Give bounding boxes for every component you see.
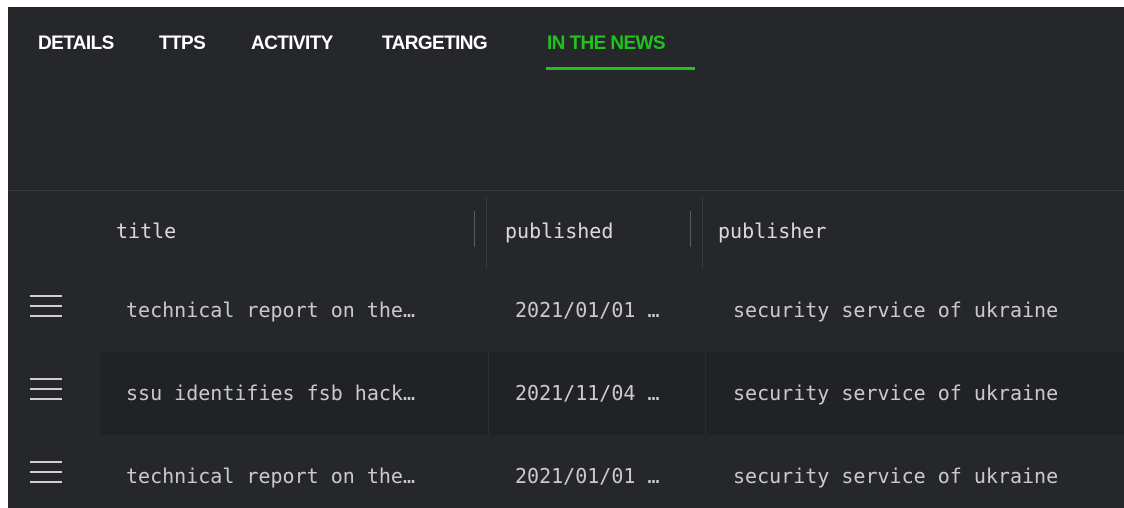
news-table: title published publisher technical repo…: [8, 190, 1124, 508]
row-title: ssu identifies fsb hack…: [126, 381, 415, 405]
table-row[interactable]: technical report on the… 2021/01/01 … se…: [8, 269, 1124, 352]
row-title: technical report on the…: [126, 464, 415, 488]
row-publisher: security service of ukraine: [733, 381, 1059, 405]
table-header: title published publisher: [8, 191, 1124, 269]
table-row[interactable]: ssu identifies fsb hack… 2021/11/04 … se…: [8, 352, 1124, 435]
column-header-publisher[interactable]: publisher: [718, 219, 826, 243]
row-publisher: security service of ukraine: [733, 298, 1059, 322]
drag-handle-icon[interactable]: [30, 374, 62, 404]
table-row[interactable]: technical report on the… 2021/01/01 … se…: [8, 435, 1124, 508]
column-divider: [486, 197, 487, 269]
column-header-title[interactable]: title: [116, 219, 176, 243]
cell-divider: [705, 352, 706, 435]
column-divider: [702, 197, 703, 269]
column-resize-handle-title[interactable]: [474, 211, 475, 247]
drag-handle-icon[interactable]: [30, 291, 62, 321]
tab-targeting[interactable]: TARGETING: [382, 33, 488, 55]
column-resize-handle-published[interactable]: [690, 211, 691, 247]
tab-ttps[interactable]: TTPS: [159, 33, 206, 55]
tab-activity[interactable]: ACTIVITY: [251, 33, 333, 55]
tab-in-the-news[interactable]: IN THE NEWS: [547, 33, 666, 55]
active-tab-indicator: [546, 67, 695, 70]
row-published: 2021/11/04 …: [515, 381, 660, 405]
cell-divider: [488, 352, 489, 435]
threat-actor-panel: DETAILS TTPS ACTIVITY TARGETING IN THE N…: [8, 7, 1124, 508]
drag-handle-icon[interactable]: [30, 457, 62, 487]
row-published: 2021/01/01 …: [515, 298, 660, 322]
row-published: 2021/01/01 …: [515, 464, 660, 488]
row-title: technical report on the…: [126, 298, 415, 322]
column-header-published[interactable]: published: [505, 219, 613, 243]
row-publisher: security service of ukraine: [733, 464, 1059, 488]
tab-details[interactable]: DETAILS: [38, 33, 114, 55]
